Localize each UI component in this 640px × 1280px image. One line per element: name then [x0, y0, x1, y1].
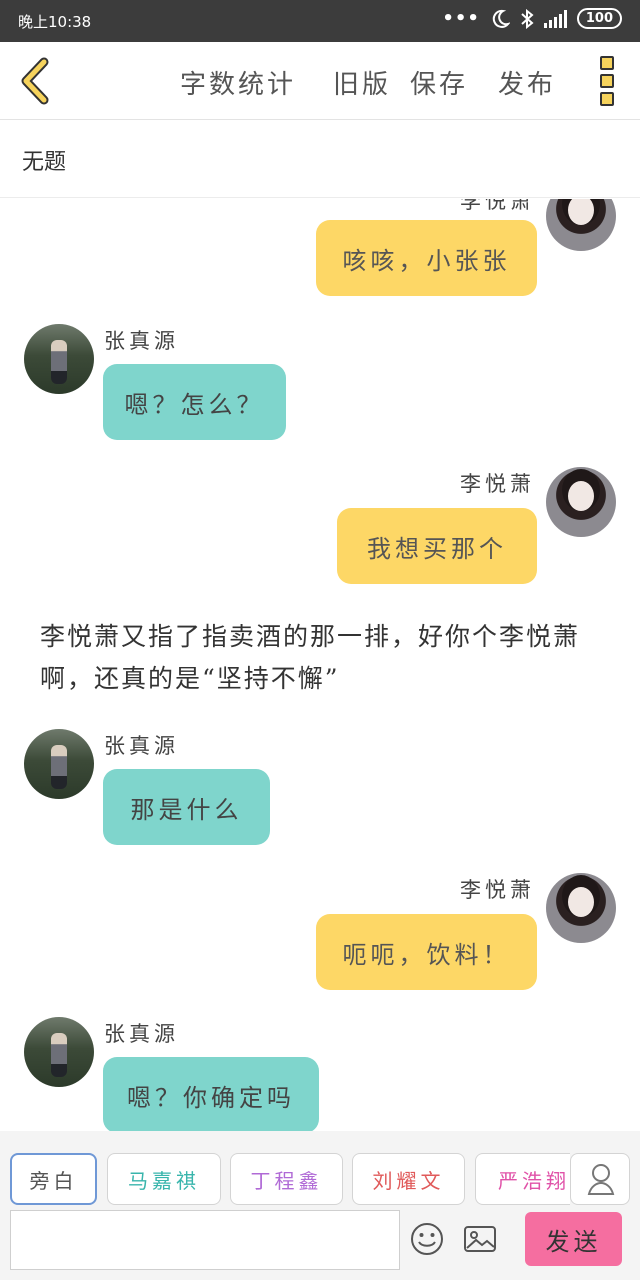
character-selector: 旁白 马嘉祺 丁程鑫 刘耀文 严浩翔 [0, 1153, 640, 1205]
word-count-button[interactable]: 字数统计 [180, 64, 296, 101]
chat-bubble[interactable]: 嗯？怎么？ [103, 364, 286, 440]
avatar[interactable] [24, 729, 94, 799]
moon-icon [492, 9, 510, 28]
message-sender-name: 张真源 [104, 1022, 179, 1046]
status-bar: 晚上10:38 ••• 100 [0, 0, 640, 42]
emoji-icon[interactable] [409, 1221, 445, 1257]
bluetooth-icon [521, 8, 534, 29]
character-chip[interactable]: 丁程鑫 [230, 1153, 343, 1205]
message-sender-name: 张真源 [104, 329, 179, 353]
old-version-button[interactable]: 旧版 [333, 64, 391, 101]
avatar[interactable] [24, 1017, 94, 1087]
character-chip[interactable]: 严浩翔 [475, 1153, 570, 1205]
avatar[interactable] [546, 199, 616, 251]
character-chip-narrator[interactable]: 旁白 [10, 1153, 97, 1205]
chat-bubble[interactable]: 嗯？你确定吗 [103, 1057, 319, 1131]
chat-bubble[interactable]: 咳咳，小张张 [316, 220, 537, 296]
message-input[interactable] [10, 1210, 400, 1270]
character-chip[interactable]: 马嘉祺 [107, 1153, 221, 1205]
publish-button[interactable]: 发布 [498, 64, 556, 101]
message-sender-name: 李悦萧 [460, 199, 535, 213]
more-menu-icon[interactable] [600, 56, 614, 106]
chat-area[interactable]: 李悦萧 咳咳，小张张 张真源 嗯？怎么？ 李悦萧 我想买那个 李悦萧又指了指卖酒… [0, 199, 640, 1131]
save-button[interactable]: 保存 [410, 64, 468, 101]
status-icons: ••• 100 [442, 8, 622, 29]
send-button[interactable]: 发送 [525, 1212, 622, 1266]
signal-icon [543, 9, 567, 28]
message-sender-name: 李悦萧 [460, 472, 535, 496]
avatar[interactable] [546, 873, 616, 943]
add-character-button[interactable] [570, 1153, 630, 1205]
status-time: 晚上10:38 [18, 13, 92, 31]
chat-bubble[interactable]: 我想买那个 [337, 508, 537, 584]
more-dots-icon: ••• [442, 8, 480, 29]
avatar[interactable] [24, 324, 94, 394]
editor-toolbar: 字数统计 旧版 保存 发布 [0, 42, 640, 120]
message-sender-name: 张真源 [104, 734, 179, 758]
document-title-bar[interactable]: 无题 [0, 120, 640, 198]
battery-icon: 100 [576, 8, 622, 29]
avatar[interactable] [546, 467, 616, 537]
composer-bar: 旁白 马嘉祺 丁程鑫 刘耀文 严浩翔 发送 [0, 1131, 640, 1280]
document-title[interactable]: 无题 [22, 144, 66, 176]
image-icon[interactable] [462, 1221, 498, 1257]
chat-bubble[interactable]: 呃呃，饮料！ [316, 914, 537, 990]
back-chevron-icon[interactable] [14, 56, 58, 106]
message-input-field[interactable] [11, 1211, 399, 1269]
chat-bubble[interactable]: 那是什么 [103, 769, 270, 845]
message-sender-name: 李悦萧 [460, 878, 535, 902]
character-chip[interactable]: 刘耀文 [352, 1153, 465, 1205]
narration-text[interactable]: 李悦萧又指了指卖酒的那一排，好你个李悦萧啊，还真的是“坚持不懈” [40, 616, 600, 700]
user-icon [587, 1164, 615, 1195]
